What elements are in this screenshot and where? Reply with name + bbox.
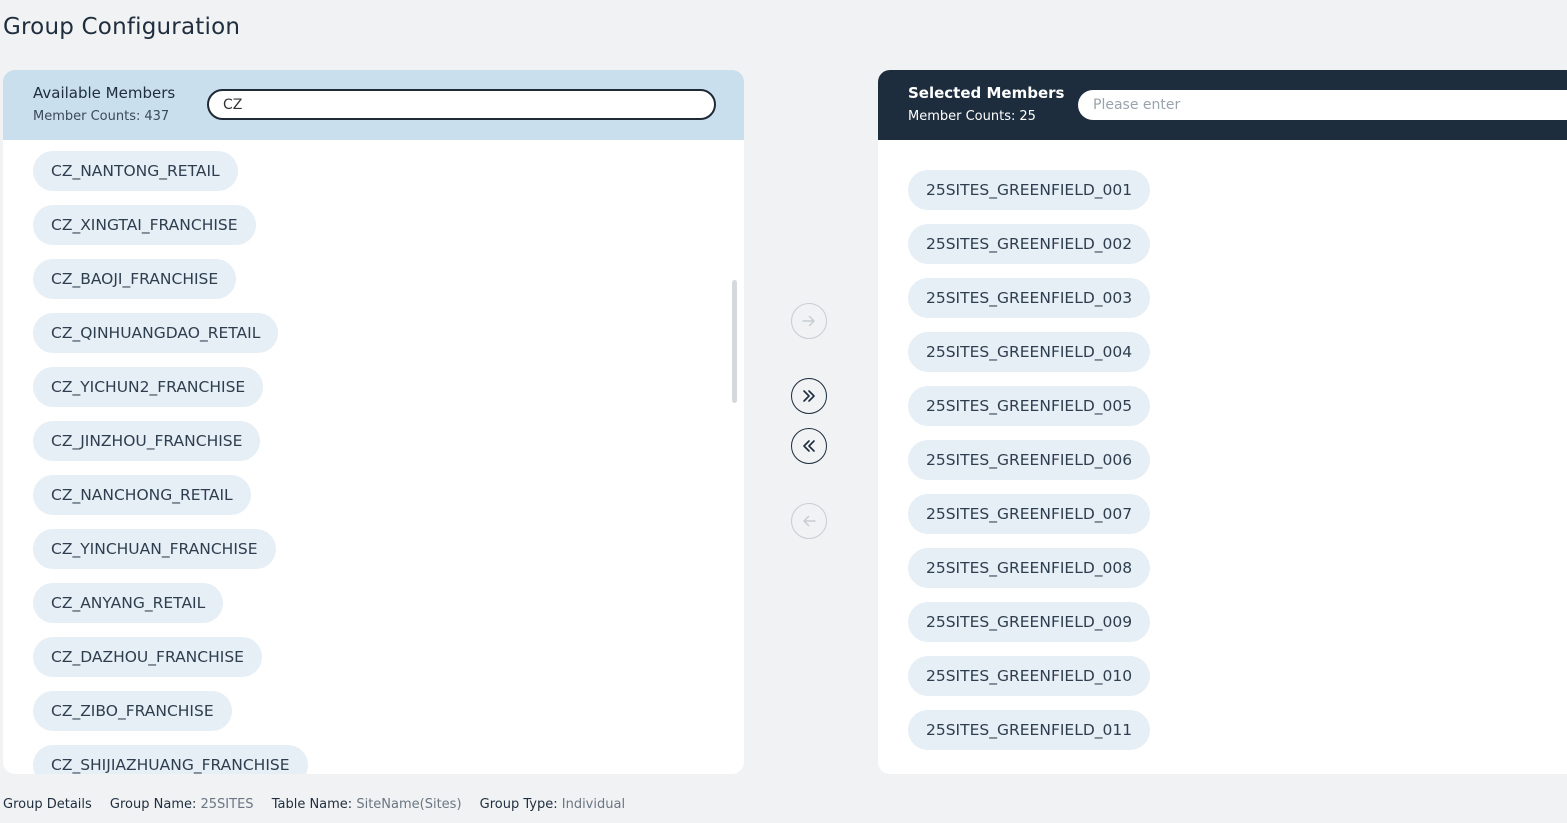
member-chip[interactable]: CZ_ANYANG_RETAIL <box>33 583 224 623</box>
member-chip[interactable]: CZ_NANTONG_RETAIL <box>33 151 238 191</box>
available-list-scrollbar[interactable] <box>732 280 737 403</box>
table-name-label: Table Name: <box>271 797 353 812</box>
member-chip[interactable]: CZ_JINZHOU_FRANCHISE <box>33 421 261 461</box>
selected-members-panel: Selected Members Member Counts:25 25SITE… <box>878 70 1567 774</box>
move-all-left-button[interactable] <box>791 428 827 464</box>
arrow-right-icon <box>802 315 815 327</box>
available-member-count: Member Counts: 437 <box>33 109 169 124</box>
member-chip[interactable]: 25SITES_GREENFIELD_007 <box>908 494 1151 534</box>
selected-search-input[interactable] <box>1078 90 1567 120</box>
member-chip[interactable]: 25SITES_GREENFIELD_010 <box>908 656 1151 696</box>
member-chip[interactable]: CZ_YINCHUAN_FRANCHISE <box>33 529 276 569</box>
member-chip[interactable]: 25SITES_GREENFIELD_005 <box>908 386 1151 426</box>
group-name-value: 25SITES <box>200 797 254 812</box>
group-type-value: Individual <box>561 797 626 812</box>
member-chip[interactable]: CZ_DAZHOU_FRANCHISE <box>33 637 262 677</box>
available-members-panel: Available Members Member Counts:437 CZ_N… <box>3 70 744 774</box>
member-count-label: Member Counts: <box>33 109 141 124</box>
move-selected-right-button[interactable] <box>791 303 827 339</box>
selected-member-count: Member Counts: 25 <box>908 109 1036 124</box>
member-chip[interactable]: 25SITES_GREENFIELD_008 <box>908 548 1151 588</box>
group-details-label: Group Details <box>3 797 92 812</box>
member-chip[interactable]: CZ_QINHUANGDAO_RETAIL <box>33 313 279 353</box>
member-chip[interactable]: 25SITES_GREENFIELD_003 <box>908 278 1151 318</box>
available-members-header: Available Members Member Counts: 437 <box>3 70 744 140</box>
group-name-label: Group Name: <box>109 797 197 812</box>
double-chevron-right-icon <box>803 390 815 402</box>
table-name-value: SiteName(Sites) <box>356 797 462 812</box>
available-search-input[interactable] <box>207 89 716 120</box>
member-chip[interactable]: CZ_YICHUN2_FRANCHISE <box>33 367 264 407</box>
member-chip[interactable]: 25SITES_GREENFIELD_001 <box>908 170 1151 210</box>
member-chip[interactable]: CZ_XINGTAI_FRANCHISE <box>33 205 256 245</box>
available-members-list: CZ_NANTONG_RETAIL CZ_XINGTAI_FRANCHISE CZ_… <box>33 151 744 774</box>
group-type-label: Group Type: <box>479 797 558 812</box>
selected-members-list: 25SITES_GREENFIELD_001 25SITES_GREENFIELD… <box>908 170 1567 764</box>
member-chip[interactable]: 25SITES_GREENFIELD_002 <box>908 224 1151 264</box>
member-count-value: 437 <box>144 109 170 124</box>
member-chip[interactable]: CZ_NANCHONG_RETAIL <box>33 475 251 515</box>
arrow-left-icon <box>803 515 816 527</box>
member-chip[interactable]: 25SITES_GREENFIELD_006 <box>908 440 1151 480</box>
member-count-label: Member Counts: <box>908 109 1016 124</box>
member-chip[interactable]: CZ_SHIJIAZHUANG_FRANCHISE <box>33 745 308 774</box>
available-members-title: Available Members <box>33 84 176 102</box>
group-details-bar: Group Details Group Name: 25SITES Table … <box>3 797 639 812</box>
member-chip[interactable]: 25SITES_GREENFIELD_011 <box>908 710 1151 750</box>
selected-members-header: Selected Members Member Counts: 25 <box>878 70 1567 140</box>
selected-members-title: Selected Members <box>908 84 1065 102</box>
member-count-value: 25 <box>1019 109 1036 124</box>
move-all-right-button[interactable] <box>791 378 827 414</box>
double-chevron-left-icon <box>803 440 815 452</box>
member-chip[interactable]: CZ_ZIBO_FRANCHISE <box>33 691 232 731</box>
page-title: Group Configuration <box>3 14 241 40</box>
move-selected-left-button[interactable] <box>791 503 827 539</box>
member-chip[interactable]: 25SITES_GREENFIELD_009 <box>908 602 1151 642</box>
member-chip[interactable]: CZ_BAOJI_FRANCHISE <box>33 259 237 299</box>
member-chip[interactable]: 25SITES_GREENFIELD_004 <box>908 332 1151 372</box>
